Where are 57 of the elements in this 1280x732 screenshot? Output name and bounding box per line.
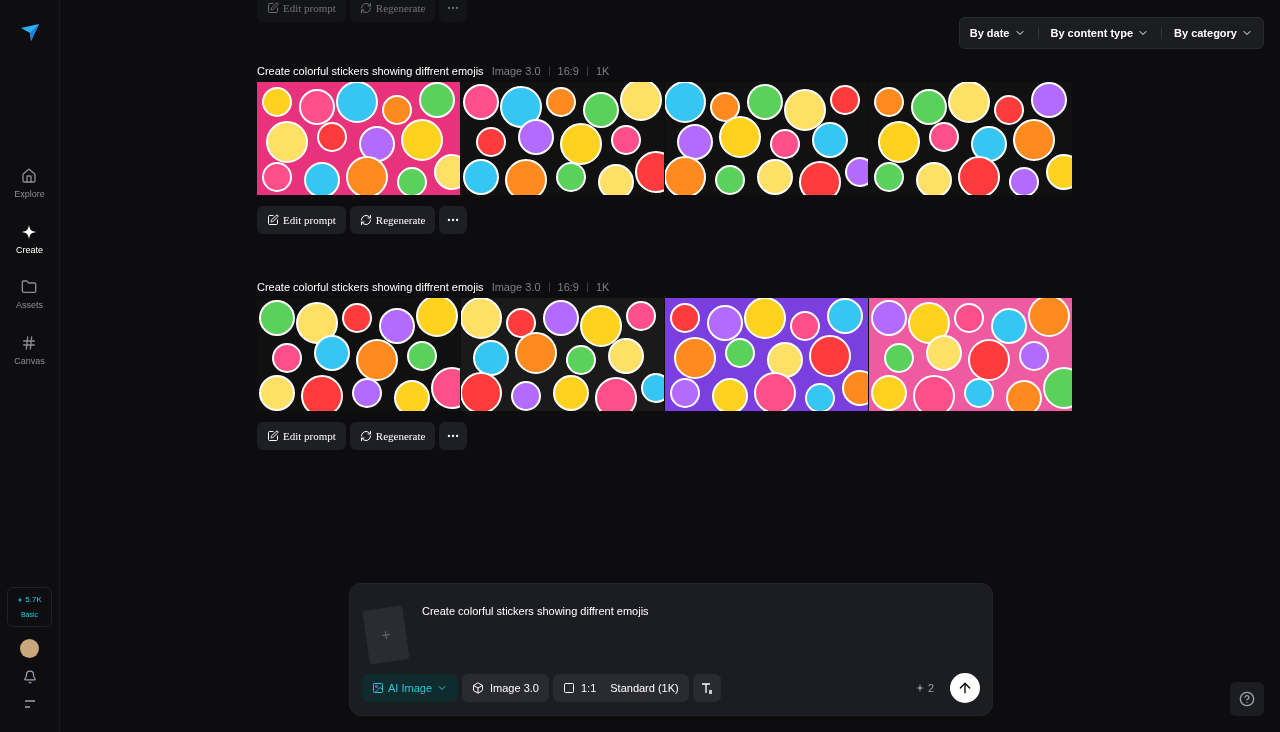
sparkle-icon <box>17 596 24 603</box>
refresh-icon <box>359 214 372 226</box>
ratio-label: 16:9 <box>557 63 579 79</box>
prompt-input[interactable]: Create colorful stickers showing diffrent emojis <box>422 603 980 662</box>
regenerate-button[interactable]: Regenerate <box>349 422 436 450</box>
ratio-label: 1:1 <box>580 680 597 696</box>
help-button[interactable] <box>1230 682 1264 716</box>
sticker-image-placeholder[interactable] <box>665 82 868 195</box>
size-button[interactable]: 1:1 Standard (1K) <box>552 674 689 702</box>
frame-icon <box>21 334 38 351</box>
quality-label: Standard (1K) <box>610 680 679 696</box>
regenerate-button[interactable]: Regenerate <box>349 0 436 22</box>
prompt-title: Create colorful stickers showing diffrent emojis <box>257 279 484 295</box>
text-style-button[interactable] <box>692 674 721 702</box>
sidebar-nav-item[interactable]: Assets <box>16 279 43 313</box>
edit-icon <box>267 2 279 14</box>
cube-icon <box>472 682 485 694</box>
filter-dropdown[interactable]: By category <box>1174 24 1253 42</box>
edit-icon <box>267 430 279 442</box>
folder-icon <box>21 279 38 295</box>
refresh-icon <box>359 2 372 14</box>
credits-amount: 5.7K <box>25 593 42 606</box>
filter-dropdown[interactable]: By content type <box>1050 24 1149 42</box>
edit-icon <box>267 214 279 226</box>
model-label: Image 3.0 <box>491 279 541 295</box>
edit-prompt-button[interactable]: Edit prompt <box>257 206 346 234</box>
send-button[interactable] <box>950 673 980 703</box>
prompt-title: Create colorful stickers showing diffrent emojis <box>257 63 484 79</box>
edit-prompt-button[interactable]: Edit prompt <box>257 0 346 22</box>
regenerate-button[interactable]: Regenerate <box>349 206 436 234</box>
sparkle-icon <box>915 684 924 692</box>
filter-dropdown[interactable]: By date <box>969 24 1026 42</box>
edit-prompt-button[interactable]: Edit prompt <box>257 422 346 450</box>
menu-icon[interactable] <box>23 700 36 708</box>
plus-icon <box>379 628 393 642</box>
resolution-label: 1K <box>595 63 610 79</box>
notification-icon[interactable] <box>22 670 37 684</box>
cost-label: 2 <box>927 680 934 696</box>
square-icon <box>562 682 575 694</box>
sticker-image-placeholder[interactable] <box>461 82 664 195</box>
mode-dropdown[interactable]: AI Image <box>362 674 459 702</box>
sidebar-nav-item[interactable]: Canvas <box>14 334 45 368</box>
model-button[interactable]: Image 3.0 <box>462 674 549 702</box>
avatar[interactable] <box>20 639 39 658</box>
home-icon <box>21 168 38 184</box>
text-icon <box>700 682 713 694</box>
ratio-label: 16:9 <box>557 279 579 295</box>
help-icon <box>1239 691 1255 707</box>
logo-icon[interactable] <box>19 22 40 42</box>
model-label: Image 3.0 <box>491 63 541 79</box>
sticker-image-placeholder[interactable] <box>869 82 1072 195</box>
refresh-icon <box>359 430 372 442</box>
image-icon <box>372 682 384 694</box>
sticker-image-placeholder[interactable] <box>461 298 664 411</box>
resolution-label: 1K <box>595 279 610 295</box>
sidebar-nav-item[interactable]: Create <box>16 223 43 257</box>
sidebar-nav-item[interactable]: Explore <box>14 168 45 202</box>
